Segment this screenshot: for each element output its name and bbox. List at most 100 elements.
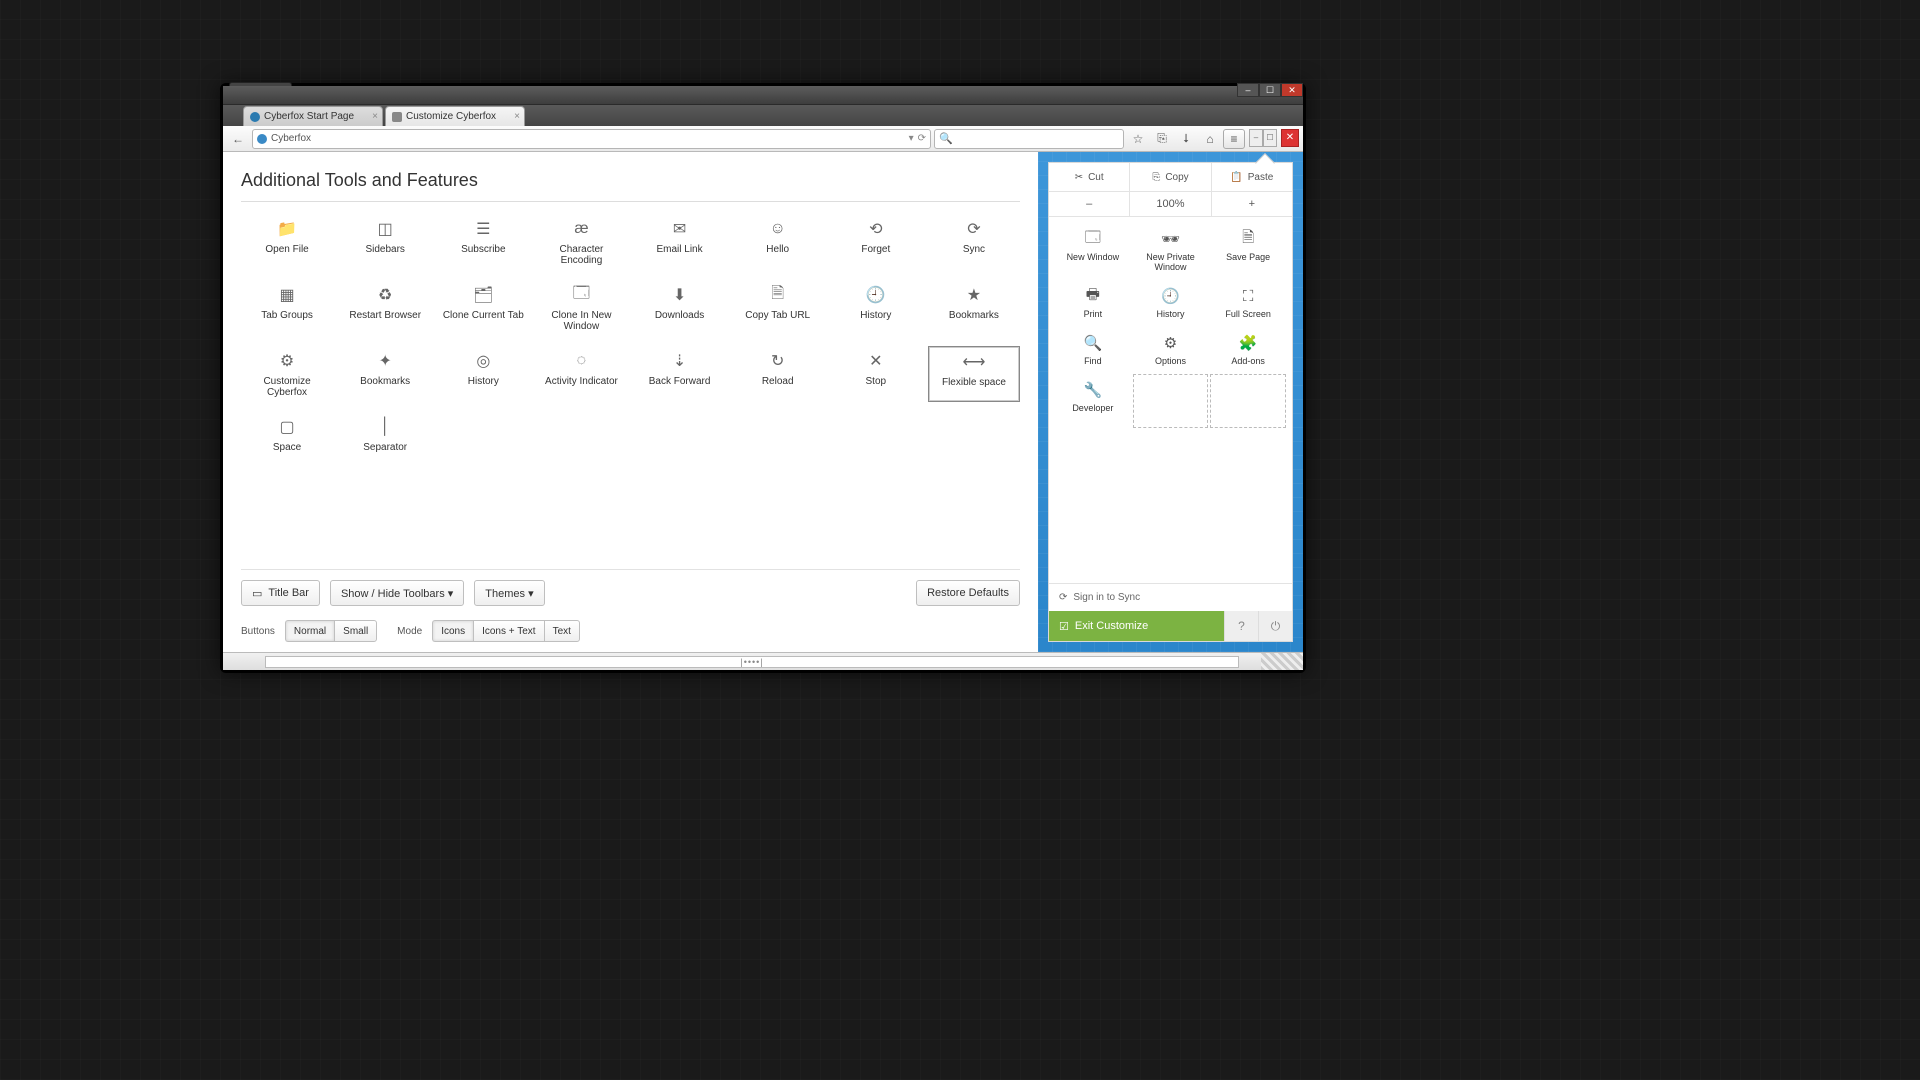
tool-tab-groups[interactable]: ▦Tab Groups (241, 280, 333, 336)
downloads-button[interactable]: ⭣ (1175, 129, 1197, 149)
tool-sync[interactable]: ⟳Sync (928, 214, 1020, 270)
mode-icons-text[interactable]: Icons + Text (473, 620, 543, 642)
tab-close-icon[interactable]: × (514, 111, 520, 122)
btn-size-small[interactable]: Small (334, 620, 377, 642)
show-hide-toolbars[interactable]: Show / Hide Toolbars ▾ (330, 580, 464, 606)
exit-customize-button[interactable]: ☑Exit Customize (1049, 611, 1224, 641)
mode-text[interactable]: Text (544, 620, 580, 642)
tool-forget[interactable]: ⟲Forget (830, 214, 922, 270)
tool-stop[interactable]: ✕Stop (830, 346, 922, 402)
zoom-out-button[interactable]: – (1049, 192, 1129, 216)
close-button[interactable]: ✕ (1281, 83, 1303, 97)
gear-icon (392, 112, 402, 122)
min-icon[interactable]: – (1249, 129, 1263, 147)
search-icon: 🔍 (939, 132, 953, 145)
panel-find[interactable]: 🔍Find (1055, 327, 1131, 372)
tab-customize[interactable]: Customize Cyberfox × (385, 106, 525, 126)
url-bar[interactable]: Cyberfox ▾ ⟳ (252, 129, 931, 149)
panel-print[interactable]: 🖶Print (1055, 280, 1131, 325)
tool-reload[interactable]: ↻Reload (732, 346, 824, 402)
back-button[interactable]: ← (227, 129, 249, 149)
tool-downloads[interactable]: ⬇Downloads (634, 280, 726, 336)
tab-start-page[interactable]: Cyberfox Start Page × (243, 106, 383, 126)
panel-developer[interactable]: 🔧Developer (1055, 374, 1131, 428)
tool-label: Clone Current Tab (443, 310, 524, 321)
buttons-label: Buttons (241, 626, 275, 637)
themes-button[interactable]: Themes ▾ (474, 580, 544, 606)
panel-history[interactable]: 🕘History (1133, 280, 1209, 325)
clipboard-button[interactable]: ⎘ (1151, 129, 1173, 149)
bookmarks-icon: ★ (963, 284, 985, 306)
panel-options[interactable]: ⚙Options (1133, 327, 1209, 372)
cut-button[interactable]: ✂Cut (1049, 163, 1129, 191)
menu-panel-drop-area[interactable]: ✂Cut ⎘Copy 📋Paste – 100% + 🗔New Window🕶N… (1038, 152, 1303, 652)
titlebar[interactable]: – ☐ ✕ (223, 86, 1303, 104)
menu-button[interactable]: ≡ (1223, 129, 1245, 149)
panel-label: History (1156, 309, 1184, 319)
tool-hello[interactable]: ☺Hello (732, 214, 824, 270)
tool-label: Customize Cyberfox (243, 376, 331, 398)
panel-addons[interactable]: 🧩Add-ons (1210, 327, 1286, 372)
title-bar-toggle[interactable]: ▭Title Bar (241, 580, 320, 606)
tool-back-forward[interactable]: ⇣Back Forward (634, 346, 726, 402)
tool-label: Open File (265, 244, 308, 255)
tool-restart[interactable]: ♻Restart Browser (339, 280, 431, 336)
tool-bookmarks-menu[interactable]: ✦Bookmarks (339, 346, 431, 402)
copy-button[interactable]: ⎘Copy (1129, 163, 1210, 191)
tool-history-menu[interactable]: ◎History (437, 346, 529, 402)
tool-space[interactable]: ▢Space (241, 412, 333, 457)
paste-button[interactable]: 📋Paste (1211, 163, 1292, 191)
history-menu-icon: ◎ (472, 350, 494, 372)
forget-icon: ⟲ (865, 218, 887, 240)
tool-copy-tab-url[interactable]: 🗎Copy Tab URL (732, 280, 824, 336)
panel-fullscreen[interactable]: ⛶Full Screen (1210, 280, 1286, 325)
maximize-button[interactable]: ☐ (1259, 83, 1281, 97)
reload-icon[interactable]: ⟳ (918, 133, 926, 144)
close-icon[interactable]: ✕ (1281, 129, 1299, 147)
mode-icons[interactable]: Icons (432, 620, 473, 642)
print-icon: 🖶 (1083, 286, 1103, 306)
page-title: Additional Tools and Features (241, 170, 1020, 202)
sign-in-sync[interactable]: ⟳Sign in to Sync (1049, 583, 1292, 611)
tool-subscribe[interactable]: ☰Subscribe (437, 214, 529, 270)
panel-new-window[interactable]: 🗔New Window (1055, 223, 1131, 278)
btn-size-normal[interactable]: Normal (285, 620, 334, 642)
tool-separator[interactable]: │Separator (339, 412, 431, 457)
tab-close-icon[interactable]: × (372, 111, 378, 122)
panel-empty-slot[interactable] (1133, 374, 1209, 428)
flexible-space-slot[interactable]: |••••| (265, 656, 1239, 668)
tool-bookmarks[interactable]: ★Bookmarks (928, 280, 1020, 336)
home-button[interactable]: ⌂ (1199, 129, 1221, 149)
tool-customize[interactable]: ⚙Customize Cyberfox (241, 346, 333, 402)
panel-save-page[interactable]: 🗎Save Page (1210, 223, 1286, 278)
panel-private-window[interactable]: 🕶New Private Window (1133, 223, 1209, 278)
search-box[interactable]: 🔍 (934, 129, 1124, 149)
tool-char-encoding[interactable]: æCharacter Encoding (535, 214, 627, 270)
globe-icon (250, 112, 260, 122)
tool-sidebars[interactable]: ◫Sidebars (339, 214, 431, 270)
tool-email-link[interactable]: ✉Email Link (634, 214, 726, 270)
tool-open-file[interactable]: 📁Open File (241, 214, 333, 270)
paste-icon: 📋 (1230, 172, 1242, 183)
max-icon[interactable]: ☐ (1263, 129, 1277, 147)
resize-grip-icon[interactable] (1261, 653, 1303, 670)
tool-history[interactable]: 🕘History (830, 280, 922, 336)
help-button[interactable]: ? (1224, 611, 1258, 641)
tool-clone-tab[interactable]: 🗂Clone Current Tab (437, 280, 529, 336)
zoom-in-button[interactable]: + (1211, 192, 1292, 216)
globe-icon (257, 134, 267, 144)
bookmark-star-button[interactable]: ☆ (1127, 129, 1149, 149)
restore-defaults-button[interactable]: Restore Defaults (916, 580, 1020, 606)
panel-items: 🗔New Window🕶New Private Window🗎Save Page… (1049, 217, 1292, 434)
quit-button[interactable]: ⏻ (1258, 611, 1292, 641)
tool-flexspace[interactable]: ⟷Flexible space (928, 346, 1020, 402)
tool-activity[interactable]: ◌Activity Indicator (535, 346, 627, 402)
customize-main: Additional Tools and Features 📁Open File… (223, 152, 1038, 652)
tool-clone-window[interactable]: 🗔Clone In New Window (535, 280, 627, 336)
minimize-button[interactable]: – (1237, 83, 1259, 97)
sidebars-icon: ◫ (374, 218, 396, 240)
reload-icon: ↻ (767, 350, 789, 372)
dropdown-icon[interactable]: ▾ (909, 133, 914, 144)
panel-empty-slot[interactable] (1210, 374, 1286, 428)
tool-label: Separator (363, 442, 407, 453)
